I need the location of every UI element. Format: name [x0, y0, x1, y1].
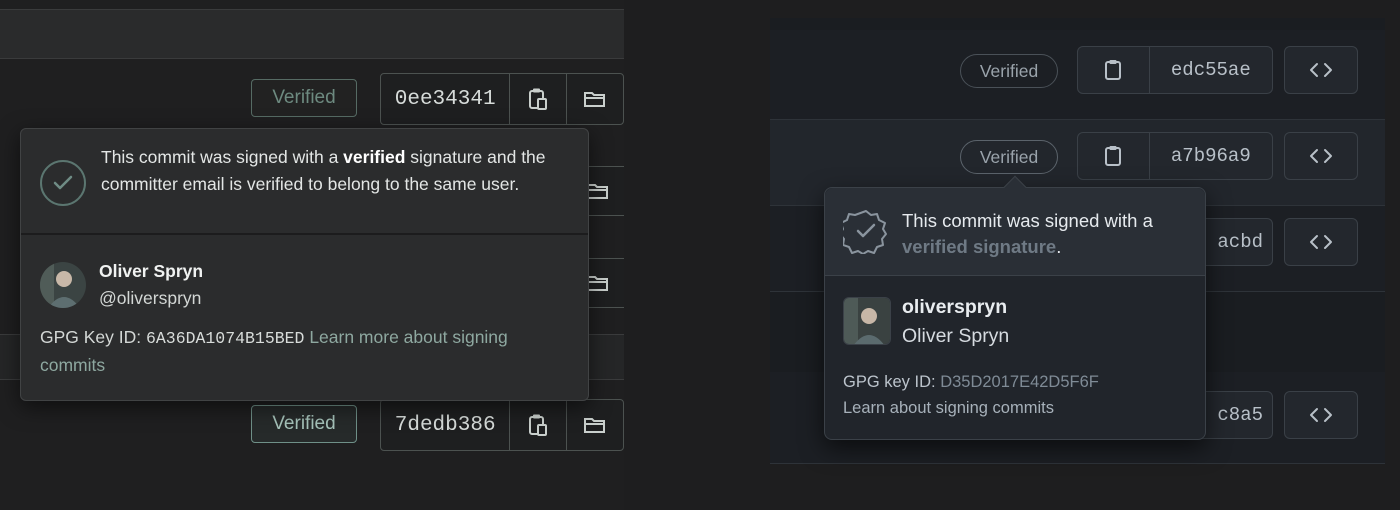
browse-files-button[interactable] [566, 74, 623, 124]
user-login[interactable]: oliverspryn [902, 296, 1007, 319]
clipboard-icon [529, 414, 548, 436]
popover-header: This commit was signed with a verified s… [21, 129, 588, 235]
commit-actions-group: a7b96a9 [1077, 132, 1273, 180]
avatar[interactable] [40, 262, 86, 308]
verification-message: This commit was signed with a verified s… [902, 210, 1153, 257]
browse-code-button[interactable] [1284, 391, 1358, 439]
gpg-key-id: 6A36DA1074B15BED [146, 329, 305, 348]
copy-sha-button[interactable] [509, 400, 566, 450]
commit-sha-link[interactable]: a7b96a9 [1150, 133, 1272, 179]
code-icon [1310, 235, 1332, 249]
popover-header: This commit was signed with a verified s… [825, 188, 1205, 276]
copy-sha-button[interactable] [509, 74, 566, 124]
commit-sha-link[interactable]: 7dedb386 [381, 400, 509, 450]
signature-popover: This commit was signed with a verified s… [20, 128, 589, 401]
verified-badge[interactable]: Verified [251, 405, 357, 443]
verified-badge[interactable]: Verified [960, 54, 1058, 88]
verified-signature-link[interactable]: verified signature [902, 236, 1056, 257]
verification-message: This commit was signed with a verified s… [101, 147, 546, 194]
copy-sha-button[interactable] [1078, 133, 1150, 179]
commit-actions-group: 7dedb386 [380, 399, 624, 451]
commit-actions-group: 0ee34341 [380, 73, 624, 125]
user-name[interactable]: Oliver Spryn [99, 261, 203, 282]
commit-actions-group: edc55ae [1077, 46, 1273, 94]
verified-badge[interactable]: Verified [251, 79, 357, 117]
folder-icon [587, 184, 608, 199]
folder-icon [587, 276, 608, 291]
signature-popover: This commit was signed with a verified s… [824, 175, 1206, 440]
browse-files-button[interactable] [566, 400, 623, 450]
copy-sha-button[interactable] [1078, 47, 1150, 93]
commit-sha-link[interactable]: 0ee34341 [381, 74, 509, 124]
verified-seal-icon [839, 208, 889, 255]
folder-icon [584, 418, 606, 433]
avatar[interactable] [843, 297, 891, 345]
code-icon [1310, 149, 1332, 163]
gpg-key-id: D35D2017E42D5F6F [940, 373, 1099, 391]
clipboard-icon [1105, 146, 1122, 166]
browse-code-button[interactable] [1284, 132, 1358, 180]
user-name: Oliver Spryn [902, 325, 1010, 347]
gpg-key-info: GPG key ID: D35D2017E42D5F6F [843, 373, 1099, 391]
browse-code-button[interactable] [1284, 46, 1358, 94]
user-handle: @oliverspryn [99, 288, 202, 308]
clipboard-icon [1105, 60, 1122, 80]
browse-code-button[interactable] [1284, 218, 1358, 266]
left-commit-list: Verified 0ee34341 Verified 7dedb386 This… [0, 0, 624, 510]
clipboard-icon [529, 88, 548, 110]
commit-row-background [0, 9, 624, 59]
check-circle-icon [40, 160, 86, 206]
gpg-key-info: GPG Key ID: 6A36DA1074B15BED Learn more … [40, 327, 508, 375]
folder-icon [584, 92, 606, 107]
code-icon [1310, 408, 1332, 422]
learn-more-link[interactable]: Learn about signing commits [843, 399, 1054, 418]
commit-sha-link[interactable]: edc55ae [1150, 47, 1272, 93]
verified-badge[interactable]: Verified [960, 140, 1058, 174]
code-icon [1310, 63, 1332, 77]
